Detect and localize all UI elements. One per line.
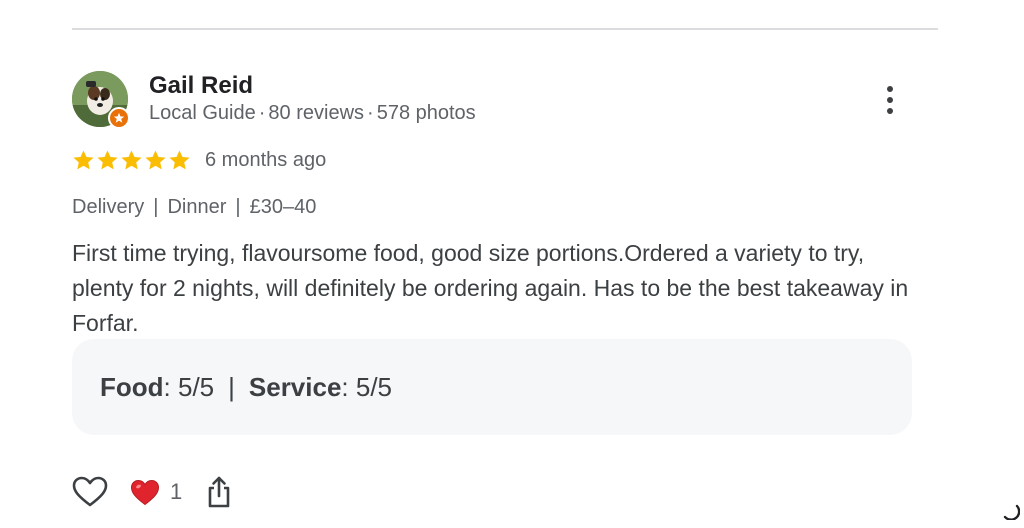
service-label: Service [248,371,342,402]
star-icon [169,149,190,169]
share-button[interactable] [204,474,234,510]
star-rating [72,149,191,172]
food-rating: : 5/5 [163,371,215,402]
star-icon [145,149,166,169]
sub-ratings-box: Food: 5/5 | Service: 5/5 [72,339,912,435]
local-guide-badge-icon [108,107,130,129]
reaction-button[interactable]: 1 [130,479,182,506]
more-dot [887,86,893,92]
reviewer-name[interactable]: Gail Reid [149,72,253,100]
reviewer-meta: Local Guide · 80 reviews · 578 photos [149,101,476,125]
attribute-item: Dinner [167,196,227,218]
local-guide-label: Local Guide [149,102,256,124]
avatar[interactable] [72,71,130,129]
food-label: Food [100,371,164,402]
star-icon [121,149,142,169]
star-icon [73,149,94,169]
attribute-item: Delivery [72,196,145,218]
review-date: 6 months ago [205,148,327,171]
review-attributes: Delivery | Dinner | £30–40 [72,194,316,220]
heart-outline-icon [72,476,108,507]
rating-row: 6 months ago [72,147,326,173]
review-text: First time trying, flavoursome food, goo… [72,240,909,336]
meta-separator: · [367,102,374,124]
more-dot [887,108,893,114]
like-button[interactable] [72,474,108,510]
photo-count: 578 photos [376,102,476,124]
more-options-button[interactable] [876,82,904,118]
more-dot [887,97,893,103]
attribute-separator: | [235,196,241,218]
service-rating: : 5/5 [341,371,393,402]
review-count: 80 reviews [268,102,365,124]
sub-rating-separator: | [228,371,235,402]
reaction-count: 1 [170,479,183,504]
star-icon [97,149,118,169]
top-divider [72,28,938,30]
attribute-separator: | [153,196,159,218]
attribute-item: £30–40 [249,196,317,218]
review-actions: 1 [72,472,234,512]
red-heart-icon [130,479,160,505]
loading-spinner-icon [1003,504,1020,520]
meta-separator: · [258,102,266,124]
share-icon [208,476,230,508]
